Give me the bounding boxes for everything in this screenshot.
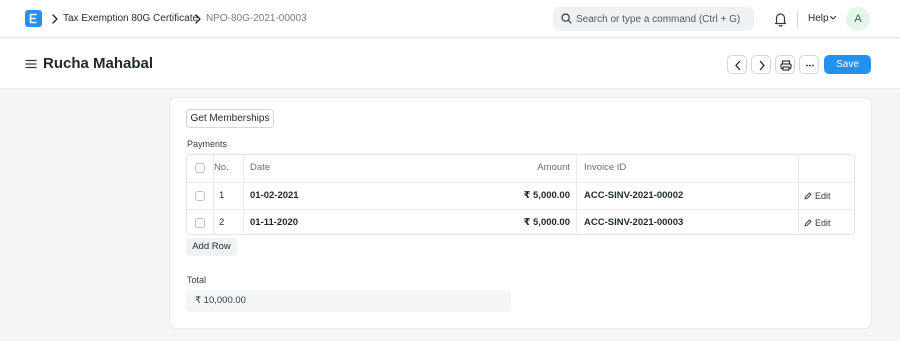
chevron-right-icon: [195, 14, 201, 24]
row-edit-button[interactable]: Edit: [804, 183, 831, 209]
row-amount[interactable]: ₹ 5,000.00: [524, 183, 570, 209]
column-header-invoice-id: Invoice ID: [584, 162, 627, 173]
payments-label: Payments: [187, 139, 228, 149]
breadcrumb-doctype[interactable]: Tax Exemption 80G Certificate: [63, 12, 198, 25]
add-row-button[interactable]: Add Row: [186, 238, 237, 256]
print-button[interactable]: [775, 55, 795, 74]
row-number: 2: [219, 217, 225, 228]
row-invoice-id[interactable]: ACC-SINV-2021-00002: [584, 183, 683, 209]
row-invoice-id[interactable]: ACC-SINV-2021-00003: [584, 210, 683, 234]
row-date[interactable]: 01-11-2020: [250, 210, 298, 234]
previous-button[interactable]: [727, 55, 747, 74]
total-label: Total: [187, 275, 207, 285]
more-actions-button[interactable]: [799, 55, 819, 74]
search-bar[interactable]: [553, 7, 754, 31]
payments-table: No. Date Amount Invoice ID 1 01-02-2021 …: [186, 154, 855, 235]
row-date[interactable]: 01-02-2021: [250, 183, 299, 209]
page-title: Rucha Mahabal: [43, 55, 154, 72]
pencil-icon: [804, 219, 812, 227]
form-card: Get Memberships Payments No. Date Amount…: [169, 97, 872, 329]
column-header-amount: Amount: [537, 162, 570, 173]
get-memberships-button[interactable]: Get Memberships: [186, 109, 274, 128]
page-head: Rucha Mahabal Save: [0, 39, 900, 89]
row-checkbox[interactable]: [195, 191, 205, 201]
chevron-right-icon: [52, 14, 58, 24]
search-input[interactable]: [576, 7, 751, 31]
breadcrumb-document[interactable]: NPO-80G-2021-00003: [206, 12, 307, 25]
menu-icon[interactable]: [25, 59, 37, 69]
more-icon: [806, 64, 814, 67]
save-button[interactable]: Save: [824, 55, 871, 74]
row-amount[interactable]: ₹ 5,000.00: [524, 210, 570, 234]
row-edit-label: Edit: [815, 218, 831, 228]
printer-icon: [780, 60, 792, 71]
chevron-right-icon: [759, 60, 765, 71]
row-edit-label: Edit: [815, 191, 831, 201]
row-edit-button[interactable]: Edit: [804, 210, 831, 234]
avatar[interactable]: A: [846, 7, 870, 31]
select-all-checkbox[interactable]: [195, 163, 205, 173]
chevron-left-icon: [735, 60, 741, 71]
bell-icon[interactable]: [773, 11, 788, 27]
next-button[interactable]: [751, 55, 771, 74]
column-header-date: Date: [250, 162, 271, 173]
search-icon: [561, 13, 572, 24]
navbar-divider: [797, 11, 798, 27]
table-row[interactable]: 1 01-02-2021 ₹ 5,000.00 ACC-SINV-2021-00…: [187, 182, 854, 209]
row-number: 1: [219, 190, 225, 201]
column-header-no: No.: [214, 162, 229, 173]
help-menu[interactable]: Help: [808, 12, 829, 25]
pencil-icon: [804, 192, 812, 200]
chevron-down-icon[interactable]: [829, 15, 837, 21]
table-header-row: No. Date Amount Invoice ID: [187, 155, 854, 182]
app-logo-icon[interactable]: [25, 10, 42, 27]
total-field: ₹ 10,000.00: [186, 290, 511, 312]
table-row[interactable]: 2 01-11-2020 ₹ 5,000.00 ACC-SINV-2021-00…: [187, 209, 854, 234]
row-checkbox[interactable]: [195, 218, 205, 228]
navbar: Tax Exemption 80G Certificate NPO-80G-20…: [0, 0, 900, 38]
